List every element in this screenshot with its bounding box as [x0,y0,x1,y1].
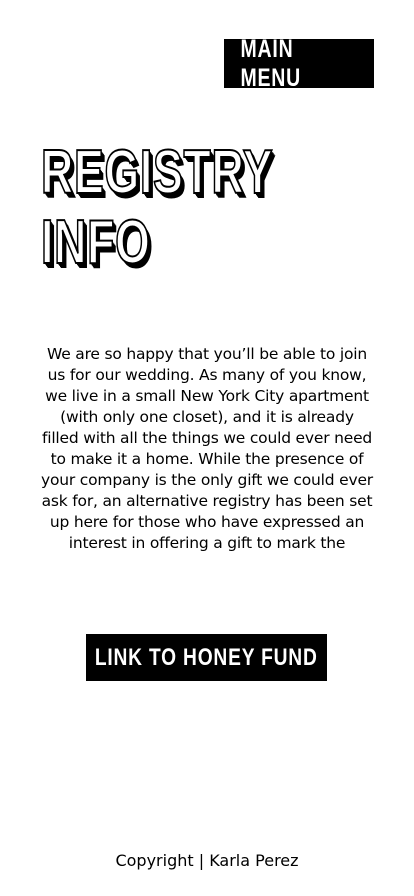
page-title-line-2: INFO [40,207,151,278]
registry-intro-text: We are so happy that you’ll be able to j… [41,345,373,552]
honey-fund-link-label: LINK TO HONEY FUND [95,643,318,671]
page-title-line-1: REGISTRY [40,137,274,208]
footer-copyright: Copyright | Karla Perez [115,851,299,870]
page-title: REGISTRY INFO [40,137,371,278]
honey-fund-link-button[interactable]: LINK TO HONEY FUND [86,634,327,681]
main-menu-label: MAIN MENU [240,34,302,92]
main-menu-button[interactable]: MAIN MENU [224,35,374,92]
